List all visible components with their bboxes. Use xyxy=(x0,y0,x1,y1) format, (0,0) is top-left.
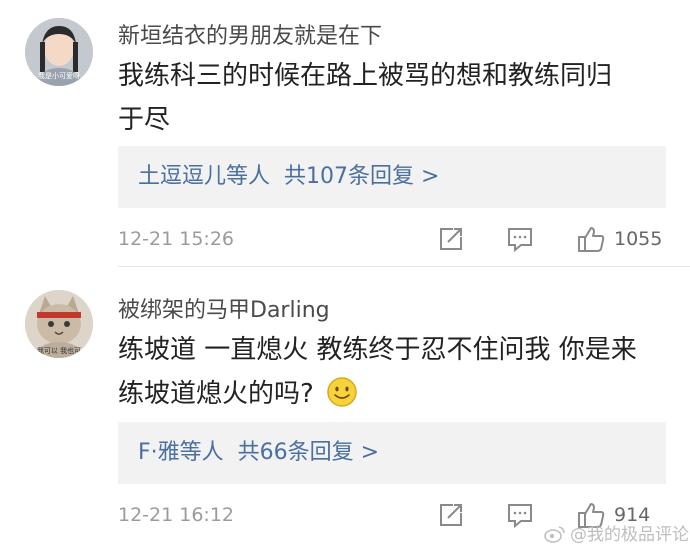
comment-text: 我练科三的时候在路上被骂的想和教练同归 于尽 xyxy=(118,54,678,142)
replies-summary[interactable]: F·雅等人 共66条回复 > xyxy=(118,422,666,484)
weibo-logo-icon xyxy=(544,524,566,544)
smile-emoji-icon xyxy=(326,376,358,408)
share-icon[interactable] xyxy=(436,500,466,530)
avatar[interactable]: 我是小可爱呀 xyxy=(25,18,93,86)
avatar-caption: 我是小可爱呀 xyxy=(38,71,80,80)
reply-others: 等人 xyxy=(226,164,271,189)
watermark: @我的极品评论 xyxy=(544,520,689,545)
comment-line: 于尽 xyxy=(118,105,171,135)
username[interactable]: 新垣结衣的男朋友就是在下 xyxy=(118,18,382,50)
comment-icon[interactable] xyxy=(505,500,535,530)
comment-line: 我练科三的时候在路上被骂的想和教练同归 xyxy=(118,61,613,91)
timestamp: 12-21 16:12 xyxy=(118,504,235,526)
replies-summary[interactable]: 土逗逗儿等人 共107条回复 > xyxy=(118,146,666,208)
comment-line: 练坡道 一直熄火 教练终于忍不住问我 你是来 xyxy=(118,335,637,365)
reply-others: 等人 xyxy=(179,440,224,465)
avatar[interactable]: 我可以 我也可 xyxy=(25,290,93,358)
share-icon[interactable] xyxy=(436,224,466,254)
comment-line: 练坡道熄火的吗? xyxy=(118,372,678,416)
reply-count-link[interactable]: 共107条回复 > xyxy=(284,164,439,189)
divider xyxy=(118,266,690,267)
watermark-text: @我的极品评论 xyxy=(570,525,689,545)
reply-names[interactable]: F·雅 xyxy=(138,440,180,465)
comment-icon[interactable] xyxy=(505,224,535,254)
username[interactable]: 被绑架的马甲Darling xyxy=(118,292,330,324)
comment-item: 我是小可爱呀 新垣结衣的男朋友就是在下 我练科三的时候在路上被骂的想和教练同归 … xyxy=(0,0,690,266)
like-count: 1055 xyxy=(614,228,663,250)
avatar-caption: 我可以 我也可 xyxy=(37,346,81,355)
timestamp: 12-21 15:26 xyxy=(118,228,235,250)
thumbs-up-icon[interactable] xyxy=(576,224,606,254)
comment-item: 我可以 我也可 被绑架的马甲Darling 练坡道 一直熄火 教练终于忍不住问我… xyxy=(0,268,690,550)
reply-count-link[interactable]: 共66条回复 > xyxy=(238,440,379,465)
comment-meta: 12-21 15:26 1055 xyxy=(0,220,690,260)
comment-line-text: 练坡道熄火的吗? xyxy=(118,379,314,409)
comment-text: 练坡道 一直熄火 教练终于忍不住问我 你是来 练坡道熄火的吗? xyxy=(118,328,678,416)
reply-names[interactable]: 土逗逗儿 xyxy=(138,164,226,189)
